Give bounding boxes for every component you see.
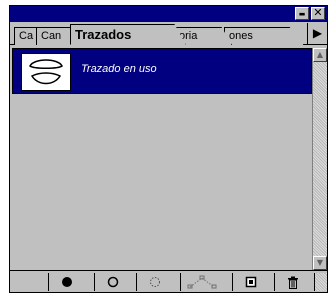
chevron-right-icon: ▶ bbox=[312, 26, 323, 40]
tab-label: ones bbox=[229, 30, 253, 42]
paths-toolbar bbox=[10, 270, 327, 292]
arrow-up-icon: ▲ bbox=[316, 50, 324, 59]
minimize-icon: ▬ bbox=[298, 10, 306, 18]
paths-list: Trazado en uso bbox=[12, 48, 312, 270]
arrow-down-icon: ▼ bbox=[316, 258, 324, 267]
tab-label: Can bbox=[41, 30, 62, 42]
resize-grip[interactable] bbox=[314, 273, 327, 291]
path-row[interactable]: Trazado en uso bbox=[12, 48, 312, 94]
selection-to-path-icon bbox=[187, 275, 216, 289]
make-work-path-button[interactable] bbox=[180, 273, 222, 291]
hollow-circle-icon bbox=[107, 276, 119, 288]
path-name: Trazado en uso bbox=[81, 63, 157, 75]
tab-ones[interactable]: ones bbox=[224, 27, 304, 45]
stroke-path-button[interactable] bbox=[94, 273, 131, 291]
delete-path-button[interactable] bbox=[274, 273, 311, 291]
tab-strip: Ca Can Trazados oria ones ▶ bbox=[10, 23, 327, 45]
tab-label: Ca bbox=[19, 30, 34, 42]
new-page-icon bbox=[245, 276, 257, 288]
tab-trazados[interactable]: Trazados bbox=[70, 24, 186, 45]
close-button[interactable]: ✕ bbox=[311, 7, 325, 20]
paths-panel: ▬ ✕ Ca Can Trazados oria ones ▶ Trazado … bbox=[9, 5, 328, 293]
tab-scroll-button[interactable]: ▶ bbox=[307, 23, 327, 44]
dotted-circle-icon bbox=[150, 277, 160, 287]
path-thumbnail-icon bbox=[21, 53, 71, 91]
fill-path-button[interactable] bbox=[48, 273, 85, 291]
close-icon: ✕ bbox=[313, 6, 323, 19]
vertical-scrollbar[interactable]: ▲ ▼ bbox=[312, 48, 327, 270]
trash-icon bbox=[288, 276, 298, 289]
panel-titlebar[interactable]: ▬ ✕ bbox=[10, 6, 327, 22]
scroll-up-button[interactable]: ▲ bbox=[313, 48, 327, 62]
minimize-button[interactable]: ▬ bbox=[295, 7, 309, 20]
filled-circle-icon bbox=[62, 277, 72, 287]
load-selection-button[interactable] bbox=[136, 273, 173, 291]
scroll-down-button[interactable]: ▼ bbox=[313, 256, 327, 270]
new-path-button[interactable] bbox=[232, 273, 269, 291]
tab-label: Trazados bbox=[75, 27, 132, 42]
